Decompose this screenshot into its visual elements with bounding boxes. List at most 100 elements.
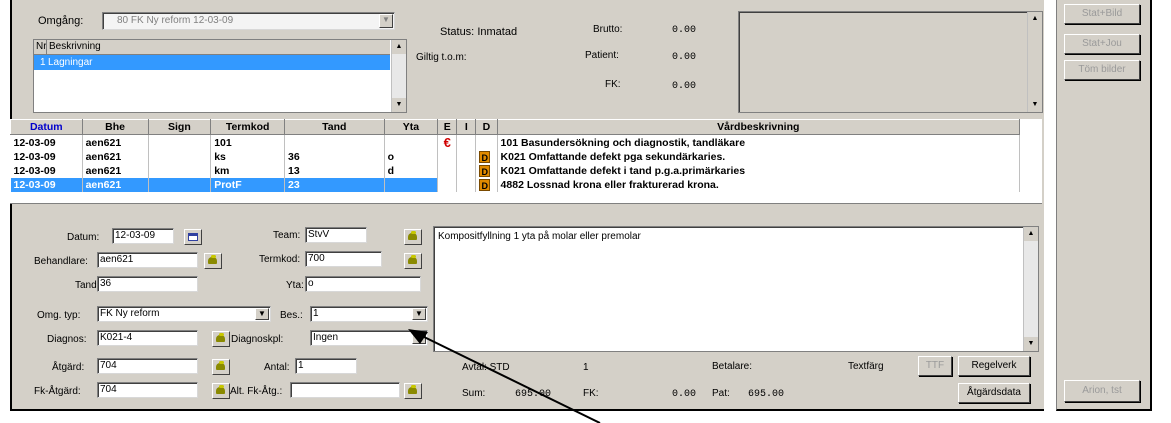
table-row[interactable]: 12-03-09 aen621 101 € 101 Basundersöknin… [10, 134, 1021, 150]
cell-yta [384, 178, 439, 192]
table-row[interactable]: 12-03-09 aen621 km 13 d D K021 Omfattand… [10, 164, 1021, 178]
scroll-up-icon[interactable]: ▲ [1028, 12, 1042, 26]
cell-yta: o [384, 150, 439, 164]
list-item-nr: 1 [40, 57, 46, 68]
cell-termkod: km [210, 164, 286, 178]
patient-value: 0.00 [672, 52, 697, 63]
chevron-down-icon[interactable]: ▼ [379, 14, 393, 28]
cell-i [456, 164, 477, 178]
yta-label: Yta: [286, 280, 304, 291]
cell-bhe: aen621 [82, 178, 149, 192]
list-header-nr: Nr [36, 41, 47, 52]
col-i[interactable]: I [456, 119, 477, 135]
fk-atgard-field[interactable]: 704 [97, 382, 198, 398]
cell-datum: 12-03-09 [10, 134, 83, 150]
description-scrollbar[interactable]: ▲ ▼ [1023, 227, 1038, 351]
omgang-combo[interactable]: 80 FK Ny reform 12-03-09 ▼ [102, 12, 395, 30]
cell-tand: 36 [284, 150, 385, 164]
arion-button[interactable]: Arion, tst [1064, 380, 1140, 402]
diagnos-field[interactable]: K021-4 [97, 330, 198, 346]
team-label: Team: [273, 230, 301, 241]
fk-atgard-lookup-icon[interactable] [212, 383, 230, 399]
treatment-table: Datum Bhe Sign Termkod Tand Yta E I D Vå… [10, 119, 1021, 192]
cell-bhe: aen621 [82, 164, 149, 178]
list-item[interactable]: 1 Lagningar [34, 55, 390, 70]
tom-bilder-button[interactable]: Töm bilder [1064, 60, 1140, 80]
omgang-label: Omgång: [38, 15, 84, 27]
chevron-down-icon[interactable]: ▼ [255, 308, 269, 320]
diagnoskpl-label: Diagnoskpl: [231, 334, 284, 345]
table-row[interactable]: 12-03-09 aen621 ks 36 o D K021 Omfattand… [10, 150, 1021, 164]
datum-field[interactable]: 12-03-09 [112, 228, 174, 244]
calendar-icon[interactable] [184, 229, 202, 245]
termkod-lookup-icon[interactable] [404, 253, 422, 269]
textfarg-label: Textfärg [848, 361, 884, 372]
col-vardbeskrivning[interactable]: Vårdbeskrivning [496, 119, 1021, 135]
cell-datum: 12-03-09 [10, 164, 83, 178]
cell-datum: 12-03-09 [10, 178, 83, 192]
team-lookup-icon[interactable] [404, 229, 422, 245]
cell-e [437, 178, 458, 192]
cell-tand: 13 [284, 164, 385, 178]
pat-label: Pat: [712, 388, 730, 399]
cell-desc: 101 Basundersökning och diagnostik, tand… [497, 134, 1021, 150]
omg-typ-label: Omg. typ: [37, 310, 81, 321]
scroll-down-icon[interactable]: ▼ [1028, 98, 1042, 112]
fk-value-top: 0.00 [672, 81, 697, 92]
cell-i [456, 178, 477, 192]
betalare-label: Betalare: [712, 361, 753, 372]
cell-datum: 12-03-09 [10, 150, 83, 164]
table-row-selected[interactable]: 12-03-09 aen621 ProtF 23 D 4882 Lossnad … [10, 178, 1021, 192]
stat-jou-button[interactable]: Stat+Jou [1064, 34, 1140, 54]
atgard-lookup-icon[interactable] [212, 359, 230, 375]
atgardsdata-button[interactable]: Åtgärdsdata [958, 383, 1030, 403]
team-field[interactable]: StvV [305, 227, 367, 243]
col-d[interactable]: D [475, 119, 498, 135]
giltig-label: Giltig t.o.m: [416, 52, 467, 63]
omgang-list[interactable]: Nr Beskrivning 1 Lagningar ▲ ▼ [33, 39, 407, 113]
list-scrollbar[interactable]: ▲ ▼ [391, 40, 406, 112]
scroll-up-icon[interactable]: ▲ [392, 40, 406, 54]
cell-sign [148, 134, 212, 150]
behandlare-field[interactable]: aen621 [97, 252, 198, 268]
col-yta[interactable]: Yta [383, 119, 439, 135]
behandlare-lookup-icon[interactable] [204, 253, 222, 269]
col-e[interactable]: E [437, 119, 458, 135]
list-header: Nr Beskrivning [34, 40, 390, 55]
yta-field[interactable]: o [305, 276, 421, 292]
alt-fk-field[interactable] [290, 382, 400, 398]
antal-field[interactable]: 1 [295, 358, 357, 374]
termkod-label: Termkod: [259, 254, 301, 265]
ttf-button[interactable]: TTF [918, 356, 952, 376]
col-sign[interactable]: Sign [147, 119, 212, 135]
col-datum[interactable]: Datum [10, 119, 83, 135]
termkod-field[interactable]: 700 [305, 251, 382, 267]
diagnos-lookup-icon[interactable] [212, 331, 230, 347]
col-bhe[interactable]: Bhe [81, 119, 149, 135]
scroll-down-icon[interactable]: ▼ [392, 98, 406, 112]
antal-label: Antal: [264, 362, 290, 373]
table-divider [10, 203, 1042, 204]
cell-termkod: 101 [210, 134, 286, 150]
cell-e [437, 164, 458, 178]
regelverk-button[interactable]: Regelverk [958, 356, 1030, 376]
notes-scrollbar[interactable]: ▲ ▼ [1027, 12, 1042, 112]
bes-value: 1 [313, 308, 319, 319]
atgard-field[interactable]: 704 [97, 358, 198, 374]
scroll-up-icon[interactable]: ▲ [1024, 227, 1038, 241]
scroll-down-icon[interactable]: ▼ [1024, 337, 1038, 351]
stat-bild-button[interactable]: Stat+Bild [1064, 4, 1140, 24]
col-termkod[interactable]: Termkod [210, 119, 286, 135]
col-tand[interactable]: Tand [284, 119, 385, 135]
cell-sign [148, 150, 212, 164]
tand-field[interactable]: 36 [97, 276, 198, 292]
bes-label: Bes.: [280, 310, 303, 321]
behandlare-label: Behandlare: [34, 256, 88, 267]
omg-typ-combo[interactable]: FK Ny reform ▼ [97, 306, 271, 322]
chevron-down-icon[interactable]: ▼ [412, 308, 426, 320]
list-item-text: Lagningar [48, 57, 93, 68]
cell-termkod: ProtF [210, 178, 286, 192]
fk-atgard-label: Fk-Åtgärd: [34, 386, 81, 397]
annotation-arrow-icon [408, 329, 601, 423]
notes-box[interactable]: ▲ ▼ [738, 11, 1043, 113]
